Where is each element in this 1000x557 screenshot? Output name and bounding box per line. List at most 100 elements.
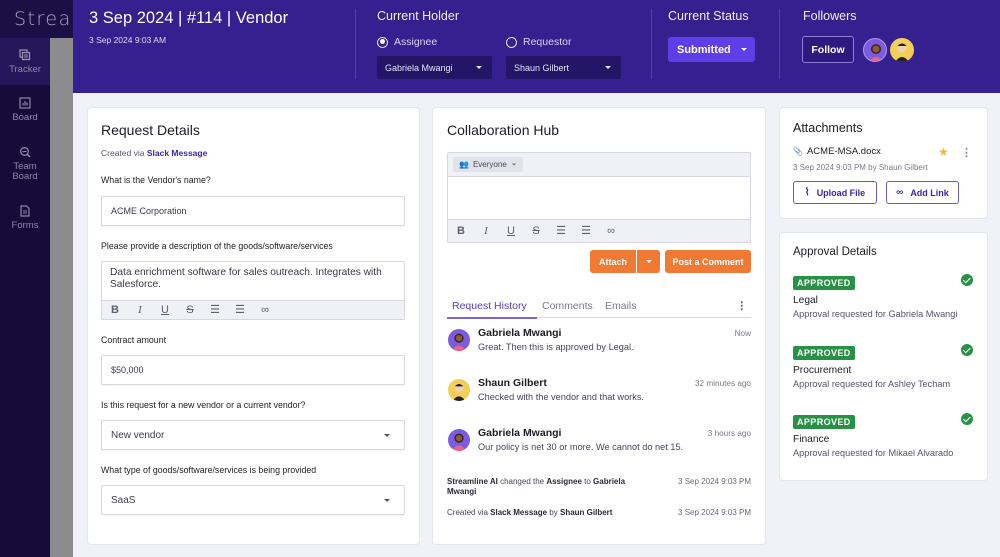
underline-icon[interactable]: U [504, 225, 518, 237]
request-details-title: Request Details [101, 122, 200, 138]
avatar-gabriela [448, 329, 470, 351]
radio-label: Requestor [523, 36, 572, 48]
approved-badge: APPROVED [793, 415, 855, 429]
strikethrough-icon[interactable]: S [183, 304, 197, 316]
description-toolbar: B I U S ☰ ☰ ∞ [102, 300, 404, 319]
comment-text: Checked with the vendor and that works. [478, 392, 644, 402]
radio-selected-icon [377, 36, 388, 48]
tab-comments[interactable]: Comments [542, 300, 593, 312]
approval-name: Legal [793, 295, 818, 306]
attachment-file[interactable]: 📎 ACME-MSA.docx [793, 146, 881, 157]
follower-avatar-gabriela[interactable] [863, 38, 887, 62]
comment-text: Great. Then this is approved by Legal. [478, 342, 634, 352]
sidebar-item-forms[interactable]: Forms [0, 193, 50, 243]
requestor-select[interactable]: Shaun Gilbert [506, 56, 621, 79]
italic-icon[interactable]: I [479, 225, 493, 237]
chevron-down-icon [605, 66, 611, 69]
sidebar-item-label: Board [12, 112, 38, 123]
post-comment-button[interactable]: Post a Comment [665, 250, 751, 273]
collaboration-hub-title: Collaboration Hub [447, 122, 560, 138]
event-actor: Shaun Gilbert [559, 508, 613, 517]
chevron-down-icon [384, 498, 390, 502]
radio-unselected-icon [506, 36, 517, 48]
team-board-icon [20, 147, 31, 158]
description-editor[interactable]: Data enrichment software for sales outre… [101, 261, 405, 320]
status-dropdown[interactable]: Submitted [668, 37, 755, 62]
check-circle-icon [961, 274, 973, 286]
event-text-part: Created via [447, 508, 491, 517]
slack-message-link[interactable]: Slack Message [147, 148, 207, 158]
sidebar-item-board[interactable]: Board [0, 85, 50, 135]
follower-avatar-shaun[interactable] [890, 38, 914, 62]
more-options-icon[interactable]: ⋮ [961, 146, 972, 159]
comment-item: Gabriela Mwangi Our policy is net 30 or … [447, 427, 751, 461]
chevron-down-icon [740, 48, 747, 51]
follow-button[interactable]: Follow [802, 36, 854, 63]
star-icon[interactable]: ★ [938, 145, 949, 159]
comment-editor[interactable]: 👥 Everyone B I U S ☰ ☰ ∞ [447, 152, 751, 243]
tab-emails[interactable]: Emails [605, 300, 637, 312]
history-tabs: Request History Comments Emails ⋮ [447, 298, 751, 319]
assignee-value: Gabriela Mwangi [385, 62, 453, 73]
board-icon [19, 97, 31, 109]
assignee-select[interactable]: Gabriela Mwangi [377, 56, 492, 79]
status-value: Submitted [677, 43, 731, 56]
link-icon[interactable]: ∞ [258, 304, 272, 316]
vendor-name-input[interactable]: ACME Corporation [101, 196, 405, 226]
comment-toolbar: B I U S ☰ ☰ ∞ [448, 219, 750, 242]
audience-select[interactable]: 👥 Everyone [453, 157, 523, 172]
numbered-list-icon[interactable]: ☰ [233, 304, 247, 316]
comment-editor-header: 👥 Everyone [448, 153, 750, 177]
approval-details-title: Approval Details [793, 246, 877, 258]
check-circle-icon [961, 344, 973, 356]
attach-dropdown-button[interactable] [637, 250, 660, 273]
brand-logo[interactable]: Streamline [0, 0, 73, 38]
assignee-radio[interactable]: Assignee [377, 36, 437, 48]
tab-request-history[interactable]: Request History [452, 300, 527, 312]
bold-icon[interactable]: B [454, 225, 468, 237]
chevron-down-icon [384, 433, 390, 437]
avatar-gabriela [448, 429, 470, 451]
italic-icon[interactable]: I [133, 304, 147, 316]
event-text: Streamline AI changed the Assignee to Ga… [447, 477, 647, 497]
description-label: Please provide a description of the good… [101, 241, 333, 251]
sidebar-item-tracker[interactable]: Tracker [0, 38, 50, 85]
approval-name: Finance [793, 434, 830, 445]
comment-time: Now [734, 329, 751, 338]
link-icon[interactable]: ∞ [604, 225, 618, 237]
link-icon: ∞ [896, 187, 904, 198]
approved-badge: APPROVED [793, 276, 855, 290]
attach-button[interactable]: Attach [590, 250, 636, 273]
numbered-list-icon[interactable]: ☰ [579, 225, 593, 237]
contract-amount-input[interactable]: $50,000 [101, 355, 405, 385]
header-divider [779, 9, 780, 79]
vendor-name-value: ACME Corporation [111, 206, 187, 216]
upload-file-button[interactable]: ⌇ Upload File [793, 181, 877, 204]
check-circle-icon [961, 413, 973, 425]
bullet-list-icon[interactable]: ☰ [554, 225, 568, 237]
event-text: Created via Slack Message by Shaun Gilbe… [447, 508, 667, 518]
goods-type-select[interactable]: SaaS [101, 485, 405, 515]
approval-name: Procurement [793, 365, 852, 376]
bold-icon[interactable]: B [108, 304, 122, 316]
sidebar: Tracker Board Team Board Forms [0, 0, 50, 557]
comment-time: 3 hours ago [707, 429, 751, 438]
more-options-icon[interactable]: ⋮ [737, 300, 748, 312]
sidebar-item-label: Forms [11, 220, 39, 231]
event-text-part: by [547, 508, 560, 517]
history-event: Created via Slack Message by Shaun Gilbe… [447, 508, 751, 518]
approval-details-card: Approval Details APPROVED Legal Approval… [780, 233, 987, 480]
bullet-list-icon[interactable]: ☰ [208, 304, 222, 316]
sidebar-nav: Tracker Board Team Board Forms [0, 38, 50, 243]
audience-value: Everyone [472, 160, 507, 169]
approval-item-procurement: APPROVED Procurement Approval requested … [793, 343, 973, 389]
chevron-down-icon [645, 260, 652, 263]
created-via-prefix: Created via [101, 148, 145, 158]
sidebar-item-label: Team Board [12, 161, 38, 182]
sidebar-item-team-board[interactable]: Team Board [0, 135, 50, 193]
strikethrough-icon[interactable]: S [529, 225, 543, 237]
vendor-type-select[interactable]: New vendor [101, 420, 405, 450]
requestor-radio[interactable]: Requestor [506, 36, 571, 48]
add-link-button[interactable]: ∞ Add Link [886, 181, 959, 204]
underline-icon[interactable]: U [158, 304, 172, 316]
